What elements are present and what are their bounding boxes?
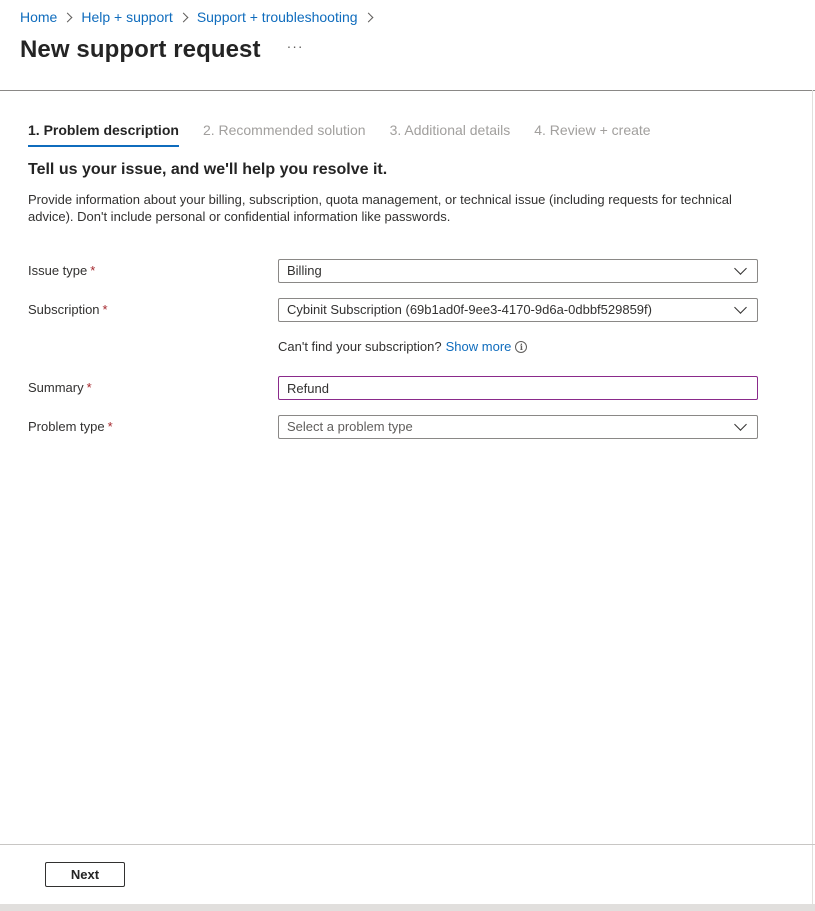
- tab-additional-details[interactable]: 3. Additional details: [390, 122, 511, 147]
- summary-label: Summary *: [28, 380, 92, 395]
- chevron-down-icon: [734, 262, 747, 275]
- tab-problem-description[interactable]: 1. Problem description: [28, 122, 179, 147]
- section-description: Provide information about your billing, …: [28, 192, 732, 224]
- subscription-label: Subscription *: [28, 302, 108, 317]
- breadcrumb: Home Help + support Support + troublesho…: [20, 8, 382, 26]
- breadcrumb-support-troubleshooting[interactable]: Support + troubleshooting: [197, 8, 358, 26]
- issue-type-label-text: Issue type: [28, 263, 88, 278]
- required-marker: *: [86, 380, 92, 395]
- summary-input-box: [278, 376, 758, 400]
- footer-divider: [0, 844, 815, 845]
- info-icon[interactable]: i: [515, 340, 528, 353]
- problem-type-dropdown[interactable]: Select a problem type: [278, 415, 758, 439]
- problem-type-label: Problem type *: [28, 419, 113, 434]
- issue-type-dropdown[interactable]: Billing: [278, 259, 758, 283]
- pane-edge: [812, 90, 813, 904]
- breadcrumb-home[interactable]: Home: [20, 8, 57, 26]
- summary-input[interactable]: [279, 377, 757, 399]
- breadcrumb-help-support[interactable]: Help + support: [81, 8, 172, 26]
- problem-type-label-text: Problem type: [28, 419, 105, 434]
- tab-recommended-solution[interactable]: 2. Recommended solution: [203, 122, 366, 147]
- subscription-label-text: Subscription: [28, 302, 100, 317]
- tab-review-create[interactable]: 4. Review + create: [534, 122, 650, 147]
- summary-label-text: Summary: [28, 380, 84, 395]
- chevron-right-icon: [178, 12, 189, 22]
- wizard-tabs: 1. Problem description 2. Recommended so…: [28, 122, 675, 147]
- issue-type-label: Issue type *: [28, 263, 95, 278]
- chevron-right-icon: [363, 12, 373, 22]
- subscription-value: Cybinit Subscription (69b1ad0f-9ee3-4170…: [287, 302, 652, 317]
- subscription-help: Can't find your subscription? Show more …: [278, 339, 528, 354]
- subscription-dropdown[interactable]: Cybinit Subscription (69b1ad0f-9ee3-4170…: [278, 298, 758, 322]
- title-row: New support request ···: [20, 36, 304, 64]
- more-options-button[interactable]: ···: [287, 38, 304, 54]
- chevron-right-icon: [62, 12, 73, 22]
- section-heading: Tell us your issue, and we'll help you r…: [28, 161, 388, 178]
- page-title: New support request: [20, 36, 261, 63]
- required-marker: *: [90, 263, 96, 278]
- problem-type-placeholder: Select a problem type: [287, 419, 413, 434]
- chevron-down-icon: [734, 418, 747, 431]
- required-marker: *: [107, 419, 113, 434]
- issue-type-value: Billing: [287, 263, 322, 278]
- bottom-scrollbar[interactable]: [0, 904, 815, 911]
- next-button[interactable]: Next: [45, 862, 125, 887]
- support-request-page: Home Help + support Support + troublesho…: [0, 0, 815, 911]
- header-divider: [0, 90, 815, 91]
- chevron-down-icon: [734, 301, 747, 314]
- subscription-help-text: Can't find your subscription?: [278, 339, 442, 354]
- required-marker: *: [102, 302, 108, 317]
- show-more-link[interactable]: Show more: [446, 339, 512, 354]
